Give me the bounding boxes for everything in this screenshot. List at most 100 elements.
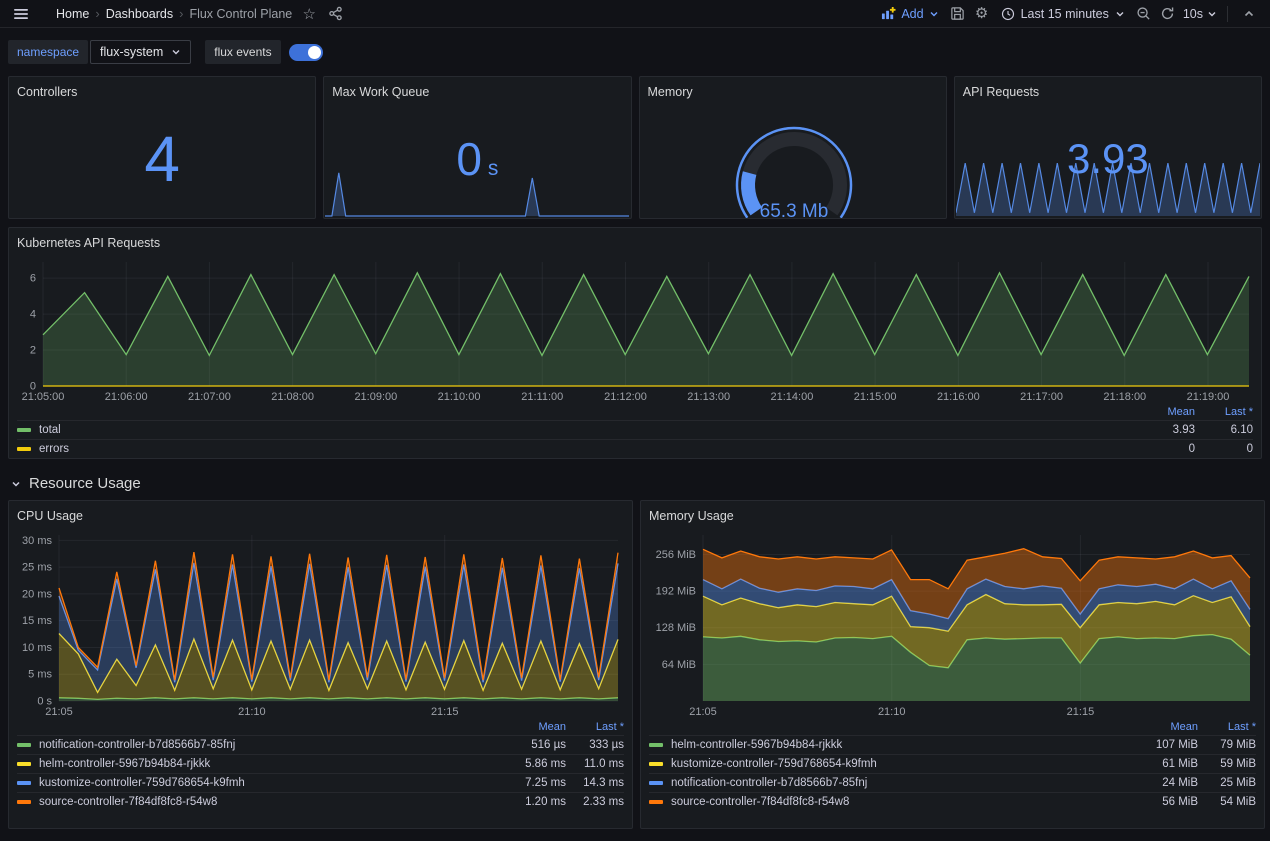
legend-column-last[interactable]: Last * [566, 721, 624, 733]
chevron-down-icon [1207, 9, 1217, 19]
x-axis-tick: 21:15 [1067, 706, 1095, 718]
namespace-variable-select[interactable]: flux-system [90, 40, 191, 64]
flux-events-toggle[interactable] [289, 44, 323, 61]
y-axis-tick: 4 [30, 309, 36, 321]
section-resource-usage[interactable]: Resource Usage [8, 467, 1262, 492]
series-swatch[interactable] [17, 762, 31, 766]
chevron-down-icon [1115, 9, 1125, 19]
memory-gauge-value: 65.3 Mb [759, 201, 828, 219]
legend-row[interactable]: notification-controller-b7d8566b7-85fnj5… [17, 735, 624, 754]
memory-usage-chart[interactable]: 64 MiB128 MiB192 MiB256 MiB21:0521:1021:… [649, 527, 1256, 719]
legend-series-name: kustomize-controller-759d768654-k9fmh [649, 758, 1140, 770]
legend-row[interactable]: source-controller-7f84df8fc8-r54w81.20 m… [17, 792, 624, 811]
series-fill-total [43, 273, 1249, 386]
x-axis-tick: 21:08:00 [271, 391, 314, 403]
legend-row[interactable]: kustomize-controller-759d768654-k9fmh61 … [649, 754, 1256, 773]
add-button[interactable]: Add [875, 6, 944, 21]
stat-row: Controllers 4 Max Work Queue 0 s Memory … [8, 76, 1262, 219]
panel-controllers: Controllers 4 [8, 76, 316, 219]
breadcrumb-home[interactable]: Home [54, 7, 91, 21]
time-range-picker[interactable]: Last 15 minutes [995, 7, 1131, 21]
panel-title[interactable]: Max Work Queue [332, 84, 429, 100]
legend-row[interactable]: source-controller-7f84df8fc8-r54w856 MiB… [649, 792, 1256, 811]
legend-last-value: 333 µs [566, 739, 624, 751]
breadcrumb-dashboards[interactable]: Dashboards [104, 7, 175, 21]
series-swatch[interactable] [17, 781, 31, 785]
panel-title[interactable]: API Requests [963, 84, 1039, 100]
series-swatch[interactable] [649, 800, 663, 804]
legend-row[interactable]: total3.936.10 [17, 420, 1253, 439]
menu-icon[interactable] [10, 3, 32, 25]
star-icon[interactable]: ☆ [298, 3, 320, 25]
zoom-out-time-icon[interactable] [1133, 3, 1155, 25]
dashboard-settings-icon[interactable]: ⚙ [971, 3, 993, 25]
cpu-usage-chart[interactable]: 0 s5 ms10 ms15 ms20 ms25 ms30 ms21:0521:… [17, 527, 624, 719]
memory-usage-legend: MeanLast * helm-controller-5967b94b84-rjk… [649, 720, 1256, 811]
share-icon[interactable] [324, 3, 346, 25]
refresh-icon[interactable] [1157, 3, 1179, 25]
panel-title[interactable]: Controllers [17, 84, 77, 100]
series-swatch[interactable] [649, 781, 663, 785]
legend-series-name: helm-controller-5967b94b84-rjkkk [649, 739, 1140, 751]
series-swatch[interactable] [17, 447, 31, 451]
resource-usage-row: CPU Usage 0 s5 ms10 ms15 ms20 ms25 ms30 … [8, 500, 1262, 829]
y-axis-tick: 6 [30, 273, 36, 285]
y-axis-tick: 10 ms [22, 642, 52, 654]
breadcrumb-separator: › [95, 6, 99, 21]
legend-column-last[interactable]: Last * [1195, 406, 1253, 418]
y-axis-tick: 192 MiB [656, 586, 696, 598]
legend-row[interactable]: notification-controller-b7d8566b7-85fnj2… [649, 773, 1256, 792]
legend-row[interactable]: helm-controller-5967b94b84-rjkkk107 MiB7… [649, 735, 1256, 754]
x-axis-tick: 21:06:00 [105, 391, 148, 403]
panel-api-requests: API Requests 3.93 [954, 76, 1262, 219]
legend-row[interactable]: kustomize-controller-759d768654-k9fmh7.2… [17, 773, 624, 792]
kubernetes-api-requests-chart[interactable]: 024621:05:0021:06:0021:07:0021:08:0021:0… [17, 254, 1253, 404]
legend-column-last[interactable]: Last * [1198, 721, 1256, 733]
series-swatch[interactable] [17, 743, 31, 747]
legend-row[interactable]: errors00 [17, 439, 1253, 458]
chevron-down-icon [171, 47, 181, 57]
k8s-row: Kubernetes API Requests 024621:05:0021:0… [8, 227, 1262, 459]
series-swatch[interactable] [649, 762, 663, 766]
series-swatch[interactable] [17, 800, 31, 804]
x-axis-tick: 21:14:00 [771, 391, 814, 403]
legend-series-name: total [17, 424, 1137, 436]
max-work-queue-value: 0 [456, 132, 482, 186]
y-axis-tick: 15 ms [22, 615, 52, 627]
legend-last-value: 2.33 ms [566, 796, 624, 808]
legend-mean-value: 516 µs [508, 739, 566, 751]
legend-row[interactable]: helm-controller-5967b94b84-rjkkk5.86 ms1… [17, 754, 624, 773]
panel-title[interactable]: CPU Usage [17, 508, 83, 524]
y-axis-tick: 30 ms [22, 535, 52, 547]
y-axis-tick: 128 MiB [656, 622, 696, 634]
api-requests-value: 3.93 [1067, 135, 1149, 183]
legend-column-mean[interactable]: Mean [1140, 721, 1198, 733]
legend-last-value: 79 MiB [1198, 739, 1256, 751]
legend-series-name: notification-controller-b7d8566b7-85fnj [17, 739, 508, 751]
series-swatch[interactable] [649, 743, 663, 747]
x-axis-tick: 21:15:00 [854, 391, 897, 403]
legend-column-mean[interactable]: Mean [1137, 406, 1195, 418]
panel-title[interactable]: Kubernetes API Requests [17, 235, 160, 251]
toggle-knob [308, 46, 321, 59]
x-axis-tick: 21:07:00 [188, 391, 231, 403]
legend-last-value: 25 MiB [1198, 777, 1256, 789]
legend-mean-value: 7.25 ms [508, 777, 566, 789]
namespace-variable-label[interactable]: namespace [8, 40, 88, 64]
namespace-variable-value: flux-system [100, 45, 163, 59]
series-swatch[interactable] [17, 428, 31, 432]
legend-mean-value: 107 MiB [1140, 739, 1198, 751]
x-axis-tick: 21:13:00 [687, 391, 730, 403]
kiosk-collapse-icon[interactable] [1238, 3, 1260, 25]
legend-column-mean[interactable]: Mean [508, 721, 566, 733]
panel-title[interactable]: Memory [648, 84, 693, 100]
legend-mean-value: 0 [1137, 443, 1195, 455]
legend-last-value: 11.0 ms [566, 758, 624, 770]
panel-memory-usage: Memory Usage 64 MiB128 MiB192 MiB256 MiB… [640, 500, 1265, 829]
panel-title[interactable]: Memory Usage [649, 508, 734, 524]
save-dashboard-icon[interactable] [947, 3, 969, 25]
legend-last-value: 59 MiB [1198, 758, 1256, 770]
kubernetes-api-requests-legend: MeanLast * total3.936.10errors00 [17, 405, 1253, 458]
breadcrumb-separator: › [179, 6, 183, 21]
refresh-controls[interactable]: 10s [1157, 3, 1217, 25]
